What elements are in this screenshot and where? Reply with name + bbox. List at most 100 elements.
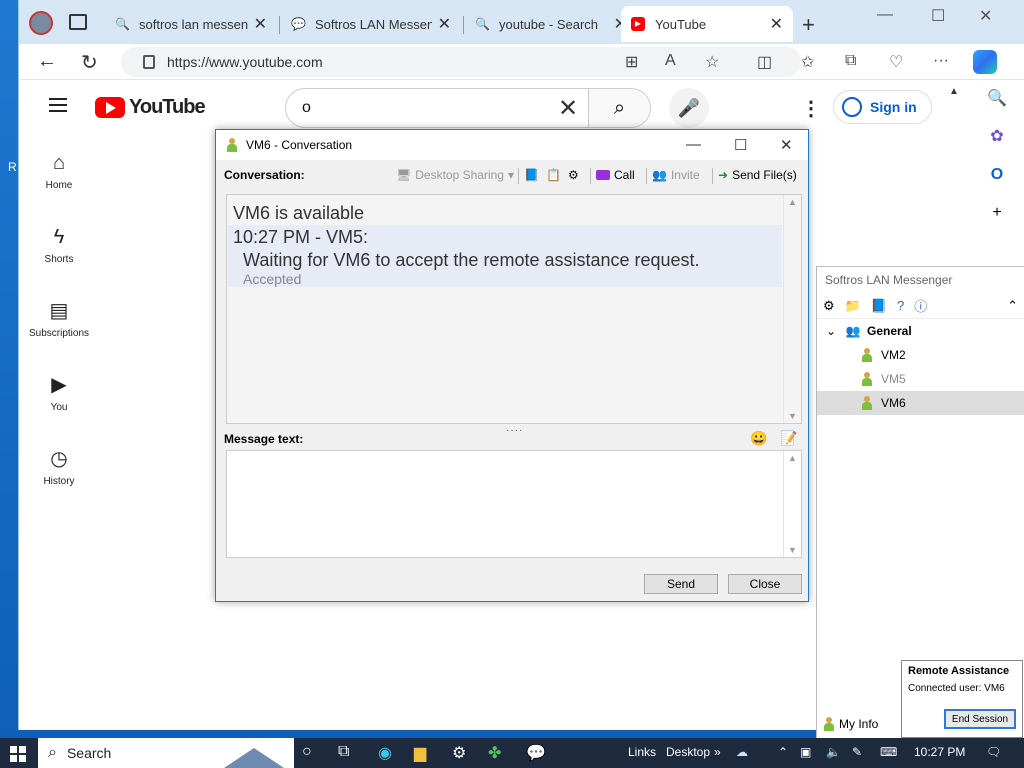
info-icon[interactable]: ⓘ <box>914 296 927 315</box>
conversation-history[interactable]: VM6 is available 10:27 PM - VM5: Waiting… <box>226 194 802 424</box>
message-scrollbar[interactable]: ▲ ▼ <box>783 451 801 557</box>
split-screen-icon[interactable]: ◫ <box>757 52 772 72</box>
new-tab-button[interactable]: + <box>802 12 815 38</box>
favorite-icon[interactable]: ☆ <box>705 52 719 72</box>
tab-youtube[interactable]: ▶ YouTube ✕ <box>621 6 793 42</box>
end-session-button[interactable]: End Session <box>944 709 1016 729</box>
sidebar-item-shorts[interactable]: ϟ Shorts <box>19 224 99 298</box>
add-icon[interactable]: + <box>969 194 1024 232</box>
invite-button[interactable]: 👥 Invite <box>652 168 700 182</box>
history-scrollbar[interactable]: ▲ ▼ <box>783 195 801 423</box>
cortana-icon[interactable]: ○ <box>302 743 312 761</box>
profile-avatar[interactable] <box>29 11 53 35</box>
sidebar-item-you[interactable]: ▶ You <box>19 372 99 446</box>
send-files-button[interactable]: ➜ Send File(s) <box>718 168 797 182</box>
read-aloud-icon[interactable]: A <box>665 52 676 70</box>
chevron-up-icon[interactable]: ⌃ <box>778 745 788 759</box>
search-input[interactable]: o <box>286 99 548 117</box>
you-icon: ▶ <box>51 374 67 396</box>
settings-icon[interactable]: ⚙ <box>568 168 579 182</box>
format-icon[interactable]: 📝 <box>780 430 797 447</box>
scroll-up-icon[interactable]: ▲ <box>788 453 797 463</box>
notifications-icon[interactable]: 🗨 <box>986 745 1001 759</box>
settings-menu-icon[interactable]: ⋮ <box>801 96 821 121</box>
history-icon[interactable]: 📘 <box>524 168 539 182</box>
tab-actions-icon[interactable] <box>69 14 87 30</box>
search-icon[interactable]: 🔍 <box>969 80 1024 118</box>
close-icon[interactable]: ✕ <box>770 14 783 34</box>
maximize-icon[interactable]: ☐ <box>734 136 747 154</box>
close-icon[interactable]: ✕ <box>438 14 451 34</box>
tab-softros-search[interactable]: 🔍 softros lan messenger - Search ✕ <box>105 6 277 42</box>
tab-softros-messenger[interactable]: 💬 Softros LAN Messenger ✕ <box>281 6 461 42</box>
onedrive-icon[interactable]: ☁ <box>736 745 748 759</box>
scroll-up-icon[interactable]: ▲ <box>788 197 797 207</box>
task-view-icon[interactable]: ⧉ <box>338 743 349 761</box>
sidebar-item-history[interactable]: ◷ History <box>19 446 99 520</box>
more-icon[interactable]: ··· <box>933 52 949 70</box>
clock[interactable]: 10:27 PM <box>914 745 965 759</box>
splitter-handle[interactable]: ···· <box>506 425 523 436</box>
microphone-icon[interactable]: 🎤 <box>669 88 709 128</box>
scroll-up-icon[interactable]: ▲ <box>949 86 959 97</box>
network-app-icon[interactable]: ✤ <box>488 743 501 763</box>
maximize-icon[interactable]: ☐ <box>931 6 945 26</box>
conversation-label: Conversation: <box>224 168 305 182</box>
user-vm6[interactable]: VM6 <box>817 391 1024 415</box>
close-icon[interactable]: ✕ <box>780 136 793 154</box>
youtube-logo[interactable]: YouTube <box>95 96 206 119</box>
file-explorer-icon[interactable]: ▆ <box>414 743 426 763</box>
user-vm5[interactable]: VM5 <box>817 367 1024 391</box>
chevron-right-icon[interactable]: » <box>714 745 721 759</box>
messenger-icon[interactable]: 💬 <box>526 743 546 763</box>
back-icon[interactable]: ← <box>37 50 57 73</box>
collapse-icon[interactable]: ⌃ <box>1007 298 1018 314</box>
call-button[interactable]: Call <box>596 168 635 182</box>
close-window-icon[interactable]: ✕ <box>979 6 992 26</box>
scroll-down-icon[interactable]: ▼ <box>788 411 797 421</box>
health-icon[interactable]: ♡ <box>889 52 903 72</box>
message-input[interactable]: ▲ ▼ <box>226 450 802 558</box>
search-button[interactable]: ⌕ <box>588 89 650 127</box>
settings-icon[interactable]: ⚙ <box>823 298 835 314</box>
edge-icon[interactable]: ◉ <box>378 743 392 763</box>
sign-in-button[interactable]: Sign in <box>833 90 932 124</box>
close-icon[interactable]: ✕ <box>254 14 267 34</box>
taskbar-search[interactable]: ⌕ Search <box>38 738 294 768</box>
url-field[interactable]: https://www.youtube.com <box>121 47 801 77</box>
sidebar-item-home[interactable]: ⌂ Home <box>19 150 99 224</box>
sidebar-item-subscriptions[interactable]: ▤ Subscriptions <box>19 298 99 372</box>
minimize-icon[interactable]: — <box>877 6 893 24</box>
history-book-icon[interactable]: 📘 <box>871 298 887 314</box>
close-button[interactable]: Close <box>728 574 802 594</box>
user-vm2[interactable]: VM2 <box>817 343 1024 367</box>
copilot-icon[interactable] <box>973 50 997 74</box>
send-button[interactable]: Send <box>644 574 718 594</box>
clear-icon[interactable]: ✕ <box>548 94 588 123</box>
scroll-down-icon[interactable]: ▼ <box>788 545 797 555</box>
settings-icon[interactable]: ⚙ <box>452 743 466 763</box>
outlook-icon[interactable]: O <box>969 156 1024 194</box>
tab-youtube-search[interactable]: 🔍 youtube - Search ✕ <box>465 6 637 42</box>
keyboard-icon[interactable]: ⌨ <box>880 745 897 759</box>
group-general[interactable]: ⌄ 👥 General <box>817 319 1024 343</box>
help-icon[interactable]: ? <box>897 298 904 313</box>
collections-icon[interactable]: ⧉ <box>845 52 856 70</box>
pen-icon[interactable]: ✎ <box>852 745 862 759</box>
folder-icon[interactable]: 📁 <box>845 298 861 314</box>
my-info-button[interactable]: My Info <box>823 717 878 731</box>
tray-app-icon[interactable]: ▣ <box>800 745 811 759</box>
menu-icon[interactable] <box>49 98 67 112</box>
favorites-icon[interactable]: ✩ <box>801 52 814 72</box>
refresh-icon[interactable]: ↻ <box>81 50 98 75</box>
desktop-toolbar[interactable]: Desktop <box>666 745 710 759</box>
links-toolbar[interactable]: Links <box>628 745 656 759</box>
copilot-side-icon[interactable]: ✿ <box>969 118 1024 156</box>
volume-icon[interactable]: 🔈 <box>826 745 841 759</box>
contact-info-icon[interactable]: 📋 <box>546 168 561 182</box>
desktop-sharing-button[interactable]: 🖥 Desktop Sharing ▾ <box>396 168 514 182</box>
minimize-icon[interactable]: — <box>686 136 701 153</box>
windows-start-icon[interactable] <box>10 746 26 762</box>
apps-icon[interactable]: ⊞ <box>625 52 638 72</box>
emoji-icon[interactable]: 😀 <box>750 430 767 447</box>
